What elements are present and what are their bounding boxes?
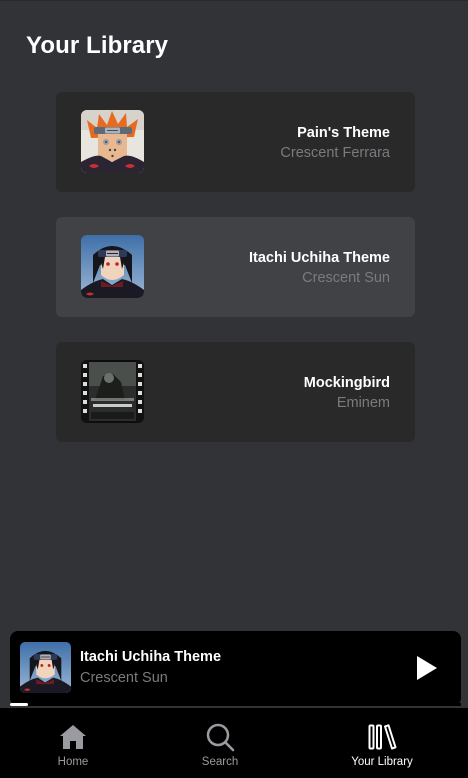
app-window: Your Library Pain's Theme Crescent Ferra…	[0, 0, 468, 778]
home-icon	[60, 725, 86, 749]
now-playing-cover	[20, 642, 71, 693]
track-artist: Crescent Sun	[302, 270, 390, 286]
track-meta: Pain's Theme Crescent Ferrara	[280, 123, 390, 163]
nav-label-your-library: Your Library	[351, 756, 413, 768]
now-playing-bar[interactable]: Itachi Uchiha Theme Crescent Sun	[10, 631, 461, 706]
nav-item-your-library[interactable]: Your Library	[327, 722, 437, 774]
bottom-nav: Home Search Your Library	[0, 708, 468, 778]
album-cover	[81, 360, 144, 423]
page-title: Your Library	[26, 32, 169, 59]
itachi-artwork	[81, 235, 144, 298]
library-item-mockingbird[interactable]: Mockingbird Eminem	[56, 342, 415, 442]
library-icon	[368, 724, 397, 750]
itachi-artwork	[20, 642, 71, 693]
search-icon	[206, 723, 235, 752]
track-artist: Eminem	[336, 395, 390, 411]
album-cover	[81, 110, 144, 173]
track-title: Itachi Uchiha Theme	[248, 250, 390, 266]
library-item-itachi-uchiha-theme[interactable]: Itachi Uchiha Theme Crescent Sun	[56, 217, 415, 317]
nav-label-search: Search	[201, 756, 239, 768]
track-meta: Itachi Uchiha Theme Crescent Sun	[249, 248, 390, 288]
nav-item-search[interactable]: Search	[165, 722, 275, 774]
nav-item-home[interactable]: Home	[18, 722, 128, 774]
album-cover	[81, 235, 144, 298]
track-artist: Crescent Ferrara	[280, 145, 390, 161]
pain-artwork	[81, 110, 144, 173]
playback-progress-fill	[10, 703, 29, 706]
nav-label-home: Home	[57, 756, 89, 768]
library-item-pains-theme[interactable]: Pain's Theme Crescent Ferrara	[56, 92, 415, 192]
mockingbird-artwork	[81, 360, 144, 423]
track-title: Mockingbird	[303, 375, 390, 391]
playback-progress-bar[interactable]	[10, 703, 461, 706]
track-meta: Mockingbird Eminem	[304, 373, 390, 413]
play-button[interactable]	[415, 655, 439, 681]
now-playing-artist: Crescent Sun	[80, 670, 168, 686]
track-title: Pain's Theme	[297, 125, 390, 141]
now-playing-title: Itachi Uchiha Theme	[80, 649, 222, 665]
play-icon	[417, 656, 437, 680]
